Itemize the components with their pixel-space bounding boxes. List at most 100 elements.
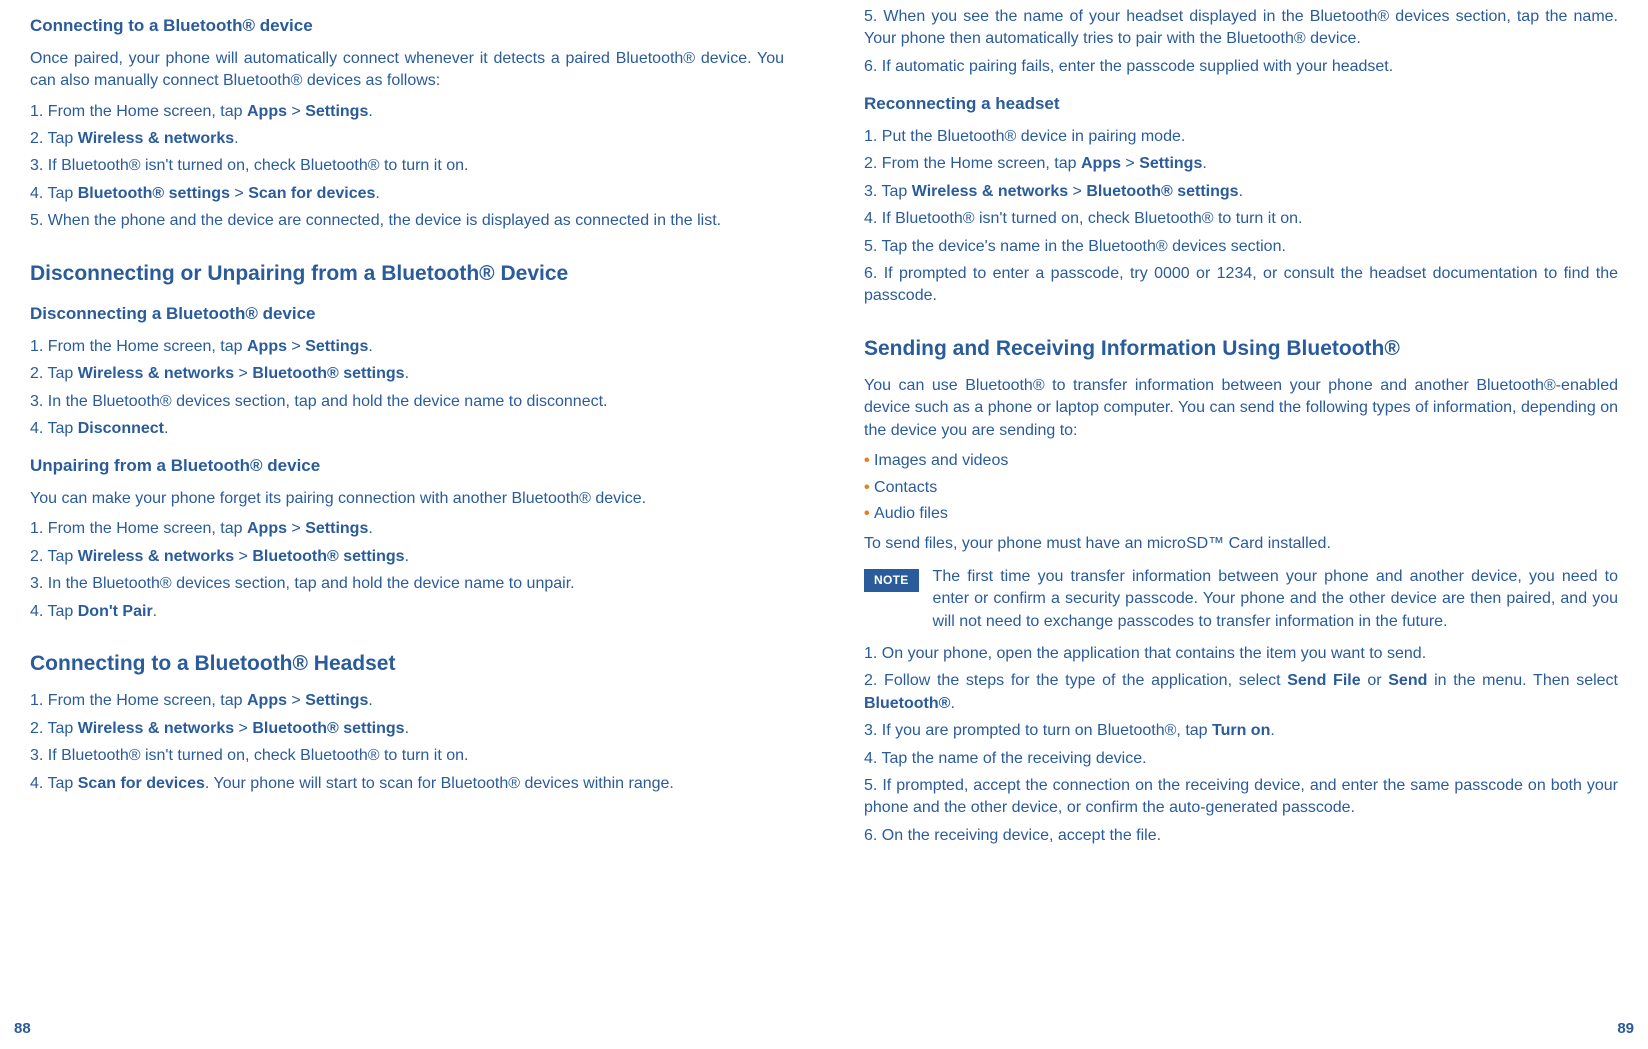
dot: .	[1202, 155, 1206, 172]
step-text: 3. Tap	[864, 183, 912, 200]
step-item: 5. When you see the name of your headset…	[864, 6, 1618, 51]
step-item: 4. Tap Disconnect.	[30, 418, 784, 440]
ui-label-bluetooth-settings: Bluetooth® settings	[252, 720, 404, 737]
step-text: 2. Follow the steps for the type of the …	[864, 672, 1287, 689]
dot: .	[368, 103, 372, 120]
step-item: 4. Tap the name of the receiving device.	[864, 748, 1618, 770]
step-item: 5. When the phone and the device are con…	[30, 210, 784, 232]
note-block: NOTE The first time you transfer informa…	[864, 566, 1618, 633]
step-item: 2. From the Home screen, tap Apps > Sett…	[864, 153, 1618, 175]
separator: >	[1121, 155, 1139, 172]
dot: .	[153, 603, 157, 620]
step-item: 2. Follow the steps for the type of the …	[864, 670, 1618, 715]
separator: >	[234, 365, 252, 382]
step-text: 2. Tap	[30, 548, 78, 565]
step-text: 3. If you are prompted to turn on Blueto…	[864, 722, 1212, 739]
ui-label-bluetooth-settings: Bluetooth® settings	[252, 548, 404, 565]
paragraph: You can make your phone forget its pairi…	[30, 488, 784, 510]
step-text: 4. Tap	[30, 603, 78, 620]
ui-label-wireless-networks: Wireless & networks	[78, 548, 234, 565]
ui-label-bluetooth-settings: Bluetooth® settings	[252, 365, 404, 382]
subsection-heading-reconnect-headset: Reconnecting a headset	[864, 92, 1618, 116]
step-text-tail: . Your phone will start to scan for Blue…	[205, 775, 674, 792]
page-right: 5. When you see the name of your headset…	[824, 0, 1648, 1049]
dot: .	[375, 185, 379, 202]
step-item: 3. In the Bluetooth® devices section, ta…	[30, 391, 784, 413]
bullet-list: Images and videos Contacts Audio files	[864, 450, 1618, 525]
step-item: 2. Tap Wireless & networks.	[30, 128, 784, 150]
subsection-heading-disconnecting: Disconnecting a Bluetooth® device	[30, 302, 784, 326]
dot: .	[1239, 183, 1243, 200]
note-badge: NOTE	[864, 569, 919, 592]
page-number-left: 88	[14, 1018, 31, 1039]
dot: .	[368, 338, 372, 355]
page-left: Connecting to a Bluetooth® device Once p…	[0, 0, 824, 1049]
list-item: Images and videos	[864, 450, 1618, 472]
step-text: in the menu. Then select	[1427, 672, 1618, 689]
ui-label-scan-devices: Scan for devices	[248, 185, 375, 202]
step-item: 6. If prompted to enter a passcode, try …	[864, 263, 1618, 308]
dot: .	[950, 695, 954, 712]
ui-label-bluetooth: Bluetooth®	[864, 695, 950, 712]
step-text: 1. From the Home screen, tap	[30, 692, 247, 709]
step-text: 4. Tap	[30, 420, 78, 437]
ui-label-settings: Settings	[1139, 155, 1202, 172]
step-text: 2. From the Home screen, tap	[864, 155, 1081, 172]
ui-label-apps: Apps	[247, 520, 287, 537]
ui-label-wireless-networks: Wireless & networks	[78, 130, 234, 147]
ui-label-apps: Apps	[1081, 155, 1121, 172]
step-item: 1. From the Home screen, tap Apps > Sett…	[30, 518, 784, 540]
step-item: 3. If you are prompted to turn on Blueto…	[864, 720, 1618, 742]
ui-label-scan-devices: Scan for devices	[78, 775, 205, 792]
step-item: 5. If prompted, accept the connection on…	[864, 775, 1618, 820]
step-item: 4. If Bluetooth® isn't turned on, check …	[864, 208, 1618, 230]
ui-label-settings: Settings	[305, 692, 368, 709]
step-text: 1. From the Home screen, tap	[30, 103, 247, 120]
step-item: 5. Tap the device's name in the Bluetoot…	[864, 236, 1618, 258]
step-item: 1. From the Home screen, tap Apps > Sett…	[30, 690, 784, 712]
step-text: 1. From the Home screen, tap	[30, 338, 247, 355]
dot: .	[368, 520, 372, 537]
page-number-right: 89	[1617, 1018, 1634, 1039]
step-item: 3. If Bluetooth® isn't turned on, check …	[30, 155, 784, 177]
step-text: 2. Tap	[30, 130, 78, 147]
ui-label-turn-on: Turn on	[1212, 722, 1270, 739]
ui-label-apps: Apps	[247, 692, 287, 709]
subsection-heading-unpairing: Unpairing from a Bluetooth® device	[30, 454, 784, 478]
step-text: 1. From the Home screen, tap	[30, 520, 247, 537]
separator: >	[287, 338, 305, 355]
paragraph: To send files, your phone must have an m…	[864, 533, 1618, 555]
step-item: 1. From the Home screen, tap Apps > Sett…	[30, 101, 784, 123]
dot: .	[405, 720, 409, 737]
step-item: 2. Tap Wireless & networks > Bluetooth® …	[30, 546, 784, 568]
separator: >	[230, 185, 248, 202]
note-text: The first time you transfer information …	[933, 566, 1618, 633]
separator: >	[1068, 183, 1086, 200]
ui-label-apps: Apps	[247, 103, 287, 120]
step-item: 3. In the Bluetooth® devices section, ta…	[30, 573, 784, 595]
section-heading-send-receive-bluetooth: Sending and Receiving Information Using …	[864, 334, 1618, 363]
ui-label-wireless-networks: Wireless & networks	[912, 183, 1068, 200]
separator: >	[234, 548, 252, 565]
step-item: 1. On your phone, open the application t…	[864, 643, 1618, 665]
ui-label-dont-pair: Don't Pair	[78, 603, 153, 620]
ui-label-wireless-networks: Wireless & networks	[78, 365, 234, 382]
ui-label-send-file: Send File	[1287, 672, 1360, 689]
step-item: 6. On the receiving device, accept the f…	[864, 825, 1618, 847]
step-text: or	[1361, 672, 1389, 689]
step-item: 1. Put the Bluetooth® device in pairing …	[864, 126, 1618, 148]
dot: .	[164, 420, 168, 437]
step-text: 2. Tap	[30, 720, 78, 737]
page-spread: Connecting to a Bluetooth® device Once p…	[0, 0, 1648, 1049]
ui-label-disconnect: Disconnect	[78, 420, 164, 437]
step-item: 2. Tap Wireless & networks > Bluetooth® …	[30, 363, 784, 385]
ui-label-bluetooth-settings: Bluetooth® settings	[78, 185, 230, 202]
dot: .	[1270, 722, 1274, 739]
ui-label-settings: Settings	[305, 338, 368, 355]
dot: .	[234, 130, 238, 147]
dot: .	[405, 365, 409, 382]
ui-label-wireless-networks: Wireless & networks	[78, 720, 234, 737]
separator: >	[287, 692, 305, 709]
step-item: 3. If Bluetooth® isn't turned on, check …	[30, 745, 784, 767]
dot: .	[405, 548, 409, 565]
